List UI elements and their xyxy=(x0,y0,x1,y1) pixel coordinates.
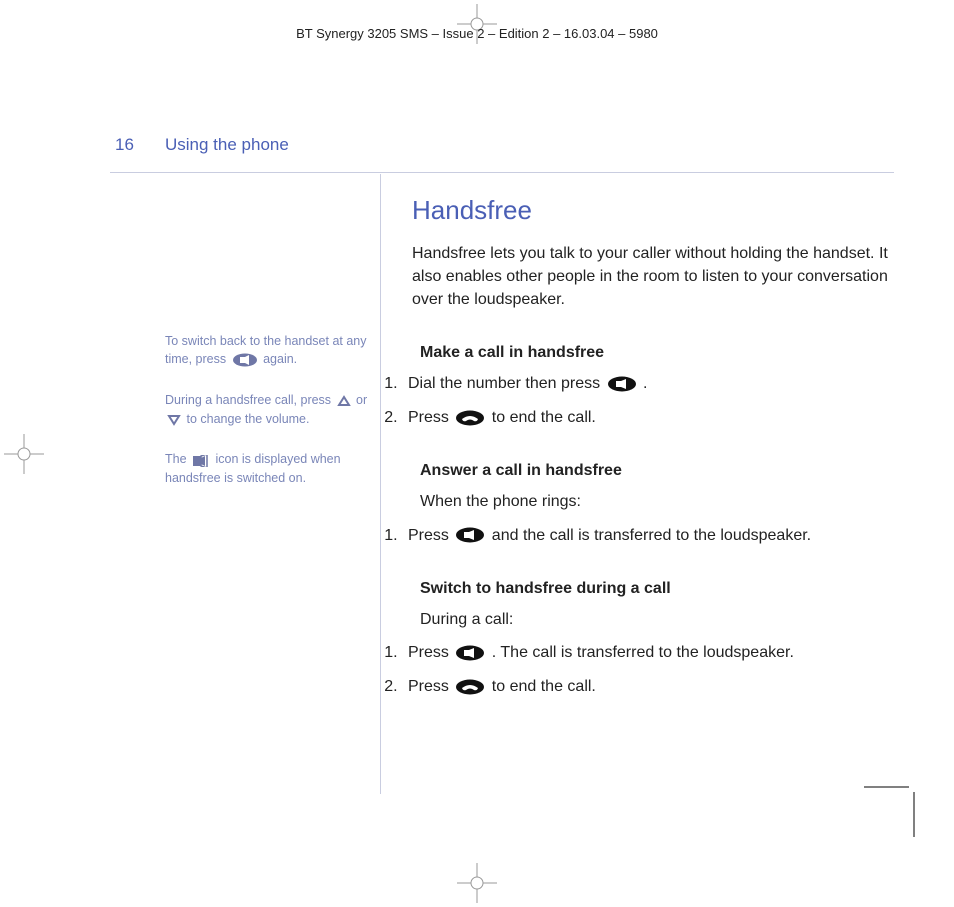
header-divider xyxy=(110,172,894,173)
speaker-key-icon xyxy=(455,641,485,664)
crop-mark-bottom-icon xyxy=(457,863,497,903)
heading-handsfree: Handsfree xyxy=(412,192,892,230)
step: Press and the call is transferred to the… xyxy=(402,524,892,547)
down-arrow-icon xyxy=(167,410,181,428)
crop-corner-icon xyxy=(864,777,924,837)
up-arrow-icon xyxy=(337,392,351,410)
speaker-key-icon xyxy=(455,524,485,547)
text: to end the call. xyxy=(492,678,596,695)
subhead-answer-call: Answer a call in handsfree xyxy=(420,459,892,482)
text: and the call is transferred to the louds… xyxy=(492,527,811,544)
main-content: Handsfree Handsfree lets you talk to you… xyxy=(412,192,892,728)
margin-note-1: To switch back to the handset at any tim… xyxy=(165,332,370,369)
text: . xyxy=(643,375,647,392)
text: During a handsfree call, press xyxy=(165,393,335,407)
page-number: 16 xyxy=(115,135,134,155)
text: to change the volume. xyxy=(186,412,309,426)
margin-note-2: During a handsfree call, press or to cha… xyxy=(165,391,370,429)
speaker-key-icon xyxy=(232,351,258,369)
precondition-text: When the phone rings: xyxy=(420,490,892,513)
intro-text: Handsfree lets you talk to your caller w… xyxy=(412,242,892,312)
steps-make-call: Dial the number then press . Press to en… xyxy=(402,372,892,429)
speaker-key-icon xyxy=(607,373,637,396)
text: to end the call. xyxy=(492,409,596,426)
text: The xyxy=(165,452,190,466)
steps-answer-call: Press and the call is transferred to the… xyxy=(402,524,892,547)
step: Press to end the call. xyxy=(402,675,892,698)
text: Press xyxy=(408,644,453,661)
column-separator xyxy=(380,174,381,794)
step: Dial the number then press . xyxy=(402,372,892,395)
precondition-text: During a call: xyxy=(420,608,892,631)
text: Press xyxy=(408,409,453,426)
margin-note-3: The icon is displayed when handsfree is … xyxy=(165,450,370,487)
section-title: Using the phone xyxy=(165,135,289,155)
text: or xyxy=(356,393,367,407)
end-call-key-icon xyxy=(455,675,485,698)
text: . The call is transferred to the loudspe… xyxy=(492,644,794,661)
margin-notes: To switch back to the handset at any tim… xyxy=(165,332,370,509)
step: Press . The call is transferred to the l… xyxy=(402,641,892,664)
text: Press xyxy=(408,527,453,544)
speaker-display-icon xyxy=(192,451,210,469)
text: Dial the number then press xyxy=(408,375,605,392)
print-header: BT Synergy 3205 SMS – Issue 2 – Edition … xyxy=(0,26,954,41)
text: again. xyxy=(263,352,297,366)
text: Press xyxy=(408,678,453,695)
end-call-key-icon xyxy=(455,406,485,429)
step: Press to end the call. xyxy=(402,406,892,429)
subhead-make-call: Make a call in handsfree xyxy=(420,341,892,364)
subhead-switch-handsfree: Switch to handsfree during a call xyxy=(420,577,892,600)
crop-mark-left-icon xyxy=(4,434,44,474)
steps-switch-handsfree: Press . The call is transferred to the l… xyxy=(402,641,892,698)
